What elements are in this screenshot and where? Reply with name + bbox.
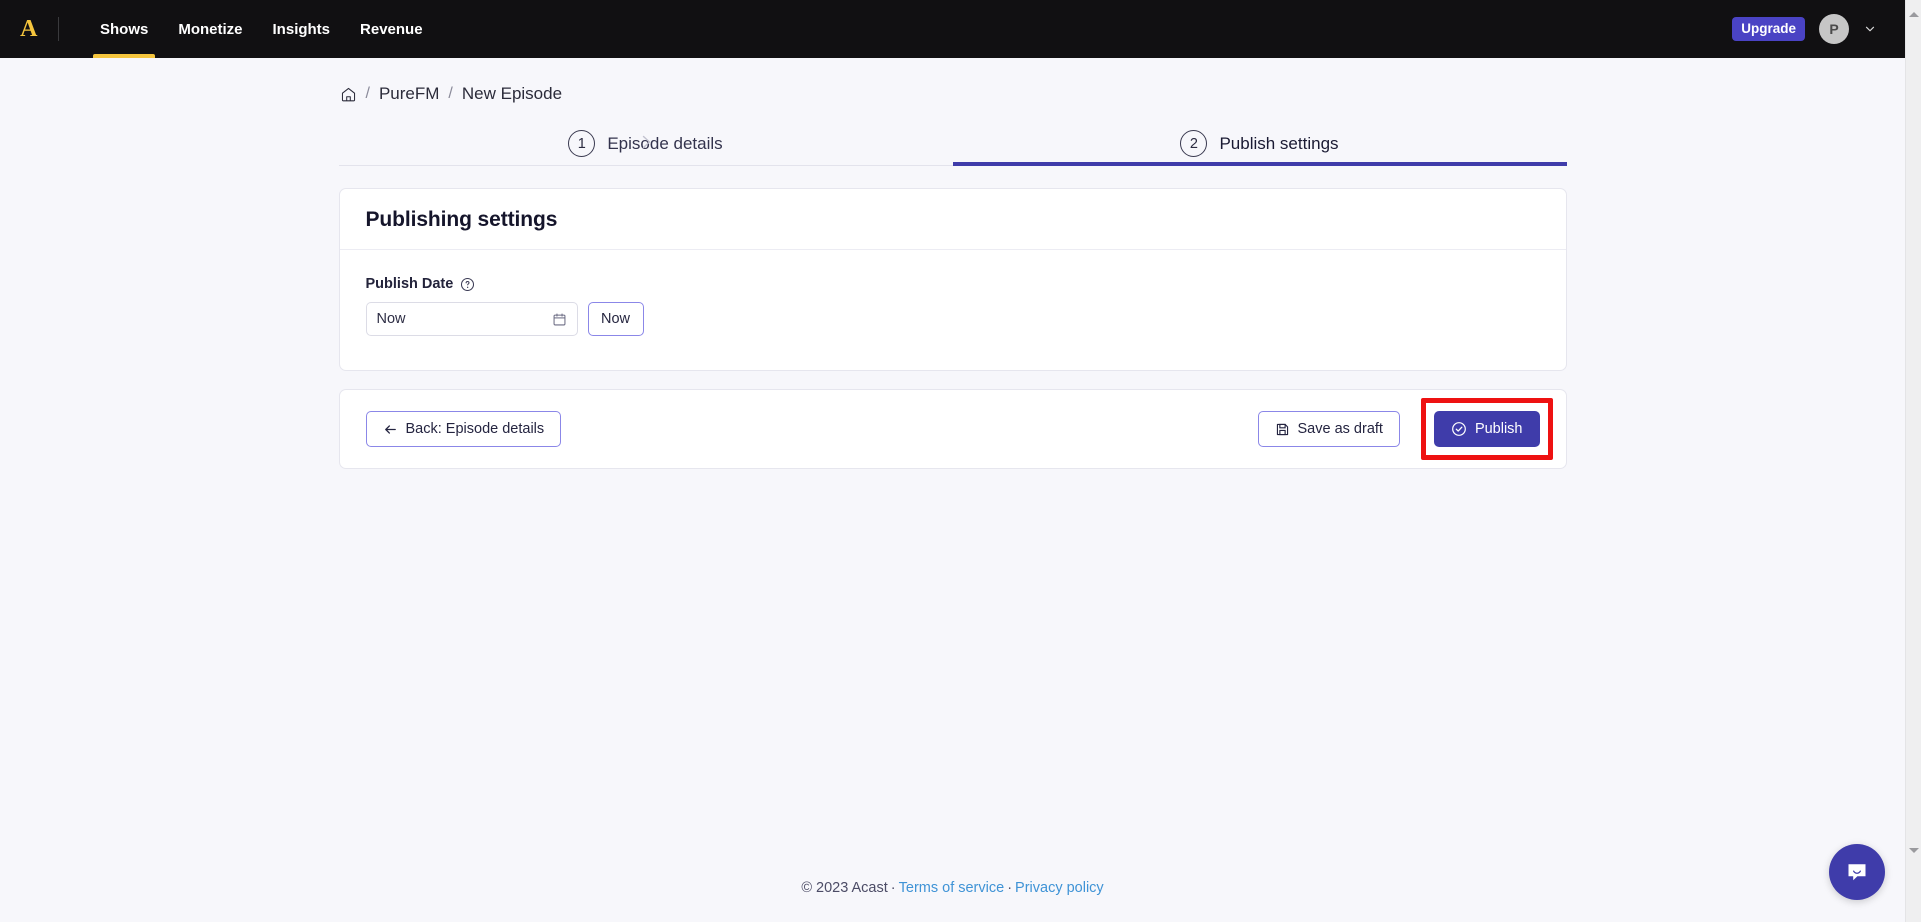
floppy-disk-icon	[1275, 422, 1290, 437]
nav-right-cluster: Upgrade P	[1732, 0, 1905, 58]
breadcrumb-separator-2: /	[448, 85, 453, 102]
card-body: Publish Date Now Now	[340, 250, 1566, 370]
publish-date-label: Publish Date	[365, 276, 454, 292]
publish-date-now-button[interactable]: Now	[587, 302, 644, 336]
publish-date-value: Now	[376, 311, 406, 327]
scrollbar-down-arrow-icon[interactable]	[1906, 842, 1921, 858]
breadcrumb-show-link[interactable]: PureFM	[379, 84, 439, 104]
question-circle-icon[interactable]	[460, 277, 475, 292]
step-2-number: 2	[1180, 130, 1208, 157]
acast-logo-icon: A	[20, 16, 38, 42]
publishing-settings-card: Publishing settings Publish Date Now Now	[338, 188, 1567, 371]
footer-separator-1: ·	[890, 880, 896, 896]
wizard-action-bar: Back: Episode details Save as draft Publ…	[338, 389, 1567, 469]
nav-item-insights[interactable]: Insights	[258, 0, 346, 58]
publish-date-label-row: Publish Date	[366, 276, 1540, 292]
page-footer: © 2023 Acast · Terms of service · Privacy po…	[801, 880, 1103, 922]
publish-button[interactable]: Publish	[1433, 411, 1540, 447]
primary-actions: Save as draft Publish	[1257, 411, 1540, 447]
back-button-label: Back: Episode details	[405, 421, 545, 437]
wizard-stepper: 1 Episode details 2 Publish settings	[338, 122, 1567, 166]
chat-bubble-icon	[1844, 859, 1870, 885]
publish-date-input[interactable]: Now	[365, 302, 578, 336]
save-as-draft-label: Save as draft	[1297, 421, 1383, 437]
copyright-text: © 2023 Acast	[801, 880, 888, 896]
privacy-policy-link[interactable]: Privacy policy	[1015, 880, 1104, 896]
main-content: / PureFM / New Episode 1 Episode details	[0, 58, 1905, 922]
vertical-scrollbar[interactable]	[1905, 0, 1921, 922]
chevron-down-icon[interactable]	[1863, 22, 1877, 36]
terms-of-service-link[interactable]: Terms of service	[899, 880, 1005, 896]
nav-item-shows-label: Shows	[100, 20, 149, 38]
publish-date-row: Now Now	[365, 302, 1540, 336]
brand-logo-container[interactable]: A	[0, 0, 58, 58]
breadcrumb: / PureFM / New Episode	[339, 58, 1567, 104]
top-navigation-bar: A Shows Monetize Insights Revenue Upgrad…	[0, 0, 1905, 58]
calendar-icon[interactable]	[552, 312, 567, 327]
page-root: A Shows Monetize Insights Revenue Upgrad…	[0, 0, 1905, 922]
publish-button-label: Publish	[1474, 421, 1523, 437]
nav-item-shows[interactable]: Shows	[85, 0, 163, 58]
chat-launcher-button[interactable]	[1829, 844, 1885, 900]
arrow-left-icon	[383, 422, 398, 437]
upgrade-button[interactable]: Upgrade	[1732, 16, 1805, 42]
avatar[interactable]: P	[1819, 14, 1849, 44]
home-icon[interactable]	[340, 86, 357, 103]
nav-item-revenue[interactable]: Revenue	[345, 0, 438, 58]
step-2-label: Publish settings	[1219, 133, 1339, 153]
save-as-draft-button[interactable]: Save as draft	[1257, 411, 1400, 447]
primary-nav: Shows Monetize Insights Revenue	[85, 0, 438, 58]
step-episode-details[interactable]: 1 Episode details	[339, 122, 953, 165]
step-publish-settings[interactable]: 2 Publish settings	[952, 122, 1567, 166]
check-circle-icon	[1451, 421, 1467, 437]
breadcrumb-current: New Episode	[461, 84, 563, 103]
step-1-label: Episode details	[607, 133, 723, 153]
nav-item-monetize-label: Monetize	[178, 20, 243, 38]
step-1-number: 1	[568, 130, 596, 157]
nav-item-insights-label: Insights	[272, 20, 331, 38]
footer-separator-2: ·	[1007, 880, 1013, 896]
card-header: Publishing settings	[339, 189, 1566, 250]
breadcrumb-separator-1: /	[365, 85, 370, 102]
browser-viewport: A Shows Monetize Insights Revenue Upgrad…	[0, 0, 1921, 922]
back-to-episode-details-button[interactable]: Back: Episode details	[365, 411, 562, 447]
nav-item-monetize[interactable]: Monetize	[163, 0, 257, 58]
scrollbar-up-arrow-icon[interactable]	[1906, 6, 1921, 22]
nav-item-revenue-label: Revenue	[360, 20, 423, 38]
page-title: Publishing settings	[365, 208, 558, 231]
nav-divider	[58, 17, 59, 41]
avatar-initial: P	[1829, 21, 1839, 37]
content-inner: / PureFM / New Episode 1 Episode details	[338, 58, 1567, 469]
